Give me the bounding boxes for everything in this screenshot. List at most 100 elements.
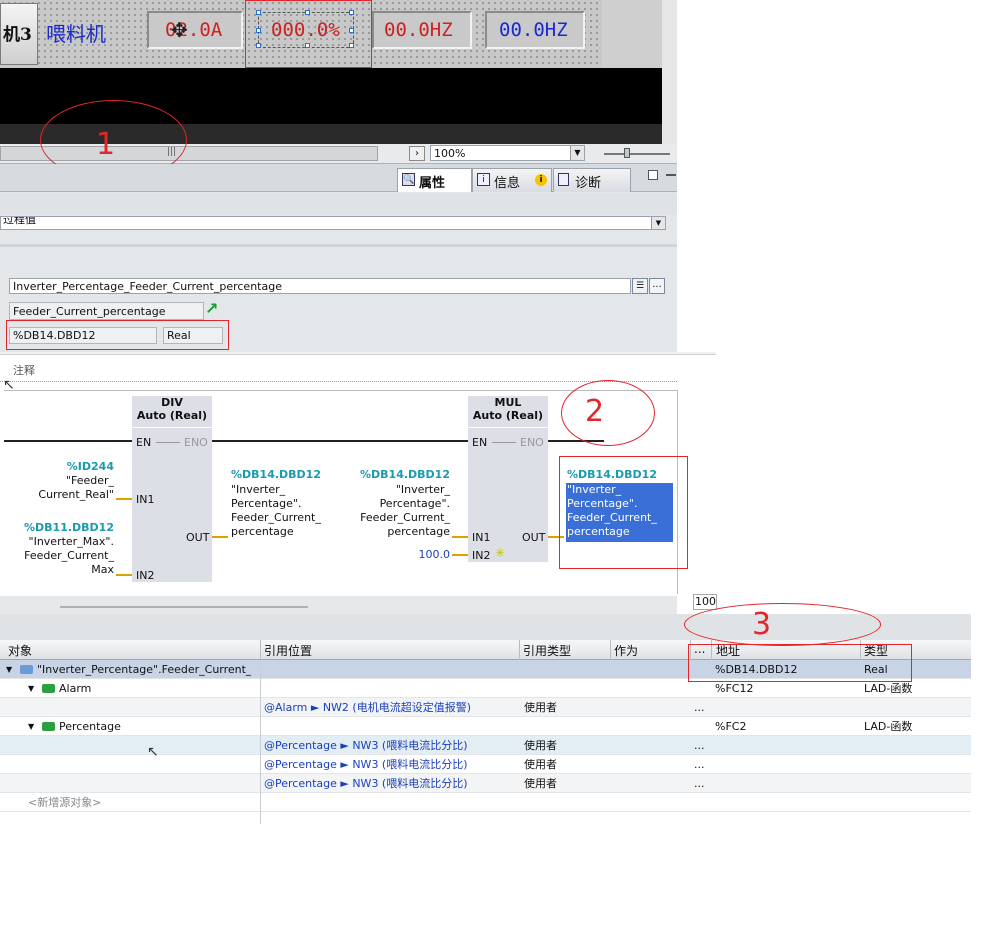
table-row[interactable]: <新增源对象> [0,793,971,812]
expand-toggle-icon[interactable]: ▼ [28,679,34,698]
feeder-label: 喂料机 [46,22,106,46]
mul-in2-pin: IN2 [472,549,491,562]
tag-field-value: Inverter_Percentage_Feeder_Current_perce… [13,280,282,293]
div-in2-wire [116,574,132,576]
zoom-tooltip-value: 100 [695,595,716,608]
table-row[interactable]: @Percentage ► NW3 (喂料电流比分比) 使用者... [0,755,971,774]
current-display[interactable]: 02.0A ✥ [147,11,243,49]
address-red-highlight [6,320,229,350]
xref-left-divider [260,660,261,824]
inspector-band [0,193,677,215]
zoom-slider[interactable] [604,148,670,158]
table-row[interactable]: ▼ Percentage %FC2 LAD-函数 [0,717,971,736]
div-out-tag: "Inverter_ Percentage". Feeder_Current_ … [231,483,321,538]
mul-eno-pin: ENO [520,436,544,449]
chevron-down-icon[interactable]: ▼ [651,217,665,229]
info-tab-icon: i [477,173,490,186]
div-en-eno-line [156,442,180,443]
mouse-pointer-icon: ↖ [147,744,159,760]
div-in1-address: %ID244 [66,460,114,473]
goto-arrow-icon[interactable]: ↗ [205,299,218,318]
function-block-icon [42,684,55,693]
row-location[interactable]: @Percentage ► NW3 (喂料电流比分比) [264,774,468,793]
process-value-select[interactable]: 过程值 ▼ [0,216,666,230]
xref-panel: 对象 引用位置 引用类型 作为 ... 地址 类型 ▼ "Inverter_Per… [0,603,971,824]
tab-properties[interactable]: 🔍 属性 [397,168,472,192]
panel-separator [0,352,716,355]
row-location[interactable]: @Alarm ► NW2 (电机电流超设定值报警) [264,698,471,717]
freq2-display[interactable]: 00.0HZ [485,11,585,49]
mul-in2-wire [452,554,468,556]
inspector-tabbar: 🔍 属性 i 信息 i 诊断 [0,164,677,192]
xref-body: ▼ "Inverter_Percentage".Feeder_Current_ %D… [0,660,971,824]
column-header-ref-type[interactable]: 引用类型 [523,642,571,659]
row-dots: ... [694,758,705,771]
zoom-slider-thumb[interactable] [624,148,630,158]
tag-field[interactable]: Inverter_Percentage_Feeder_Current_perce… [9,278,631,294]
row-ref-type: 使用者 [524,758,557,771]
info-icon: i [535,174,547,186]
div-en-pin: EN [136,436,152,449]
div-out-wire [212,536,228,538]
row-type: LAD-函数 [864,720,913,733]
warning-star-icon: ✳ [495,546,506,560]
diagnostics-icon [558,173,569,186]
chevron-down-icon[interactable]: ▼ [570,146,584,160]
row-location[interactable]: @Percentage ► NW3 (喂料电流比分比) [264,736,468,755]
row-address: %FC2 [715,720,747,733]
comment-label: 注释 [13,364,35,377]
div-in2-address: %DB11.DBD12 [24,521,114,534]
ladder-scrollbar[interactable] [0,596,677,614]
row-dots: ... [694,739,705,752]
zoom-select[interactable]: 100% ▼ [430,145,585,161]
browse-button[interactable]: ... [649,278,665,294]
expand-toggle-icon[interactable]: ▼ [28,717,34,736]
mul-block[interactable]: MUL Auto (Real) EN ENO IN1 OUT IN2 ✳ [468,396,548,562]
zoom-value: 100% [434,147,466,160]
row-location[interactable]: @Percentage ► NW3 (喂料电流比分比) [264,755,468,774]
window-restore-icon[interactable] [648,170,658,180]
table-row[interactable]: @Alarm ► NW2 (电机电流超设定值报警) 使用者... [0,698,971,717]
div-out-pin: OUT [186,531,210,544]
annotation-ellipse-2 [561,380,655,446]
mul-in1-pin: IN1 [472,531,491,544]
list-icon[interactable]: ☰ [632,278,648,294]
freq1-value: 00.0HZ [384,19,453,41]
mul-subtitle: Auto (Real) [472,409,544,422]
zoom-tooltip: 100 [693,594,717,610]
tag-name-field[interactable]: Feeder_Current_percentage [9,302,204,320]
div-block-header: DIV Auto (Real) [132,396,212,428]
annotation-number-2: 2 [585,394,605,429]
column-header-object[interactable]: 对象 [8,642,32,659]
mouse-pointer-icon: ↖ [3,377,15,393]
row-dots: ... [694,701,705,714]
table-row[interactable]: @Percentage ► NW3 (喂料电流比分比) 使用者... [0,736,971,755]
expand-toggle-icon[interactable]: ▼ [6,660,12,679]
mul-block-header: MUL Auto (Real) [468,396,548,428]
row-object: <新增源对象> [28,796,102,809]
window-minimize-icon[interactable] [666,174,676,176]
inspector-panel: 🔍 属性 i 信息 i 诊断 过程值 ▼ Inverter_Percentage… [0,164,677,352]
div-subtitle: Auto (Real) [136,409,208,422]
freq1-display[interactable]: 00.0HZ [372,11,472,49]
tab-diagnostics[interactable]: 诊断 [553,168,631,192]
properties-icon: 🔍 [402,173,415,186]
address-type-red-highlight [688,644,912,682]
ladder-scroll-thumb[interactable] [60,606,308,608]
scroll-right-button[interactable]: › [409,146,425,161]
row-dots: ... [694,777,705,790]
machine-button[interactable]: 机3 [0,3,38,65]
table-row[interactable]: @Percentage ► NW3 (喂料电流比分比) 使用者... [0,774,971,793]
row-ref-type: 使用者 [524,777,557,790]
percent-red-highlight [245,0,372,68]
column-divider [260,640,261,660]
tag-name-value: Feeder_Current_percentage [13,305,166,318]
freq2-value: 00.0HZ [499,19,568,41]
tab-properties-label: 属性 [419,176,446,191]
div-block[interactable]: DIV Auto (Real) EN ENO IN1 OUT IN2 [132,396,212,582]
tab-diagnostics-label: 诊断 [575,176,602,191]
hmi-right-panel [602,0,662,68]
column-header-as[interactable]: 作为 [614,642,638,659]
tab-info[interactable]: i 信息 i [472,168,552,192]
column-header-location[interactable]: 引用位置 [264,642,312,659]
